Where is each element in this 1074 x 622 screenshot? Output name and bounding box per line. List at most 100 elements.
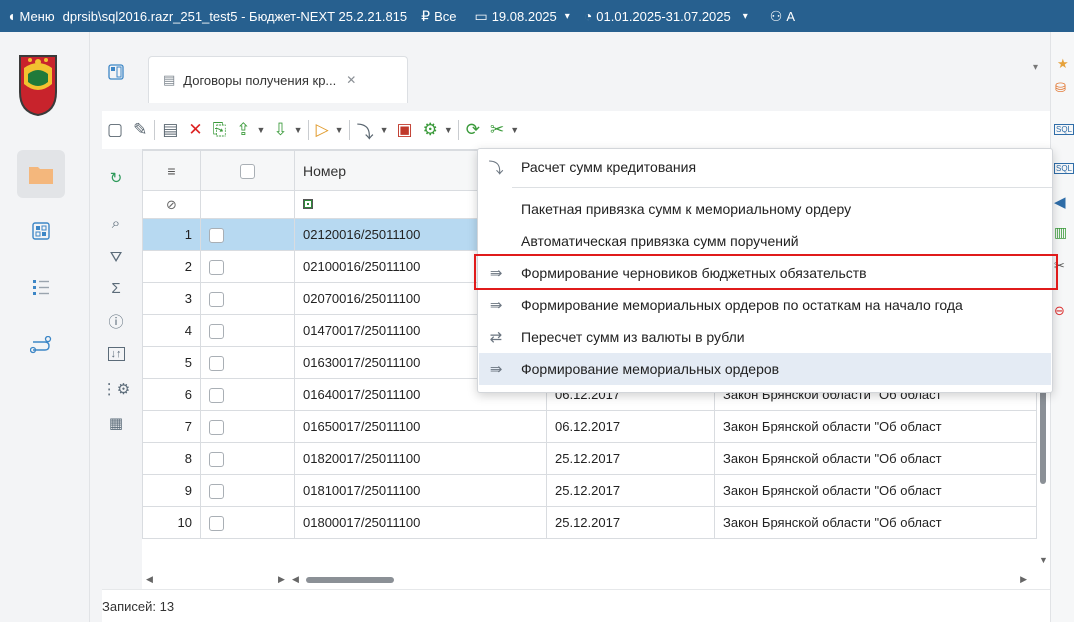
edit-button[interactable]: ✎ [128,116,152,144]
view-button[interactable]: ▤ [157,116,183,144]
settings-button[interactable]: ⚙ [418,116,443,144]
scope-selector[interactable]: ₽ Все [421,0,456,32]
process-button[interactable]: ▷ [311,116,334,144]
cell-date[interactable]: 25.12.2017 [546,474,715,507]
cell-date[interactable]: 25.12.2017 [546,506,715,539]
report-button[interactable]: ▣ [392,116,418,144]
nav-dashboard[interactable] [17,207,65,255]
scroll-left-icon[interactable]: ◀ [292,574,299,585]
chevron-down-icon[interactable]: ▼ [379,125,392,135]
sum-button[interactable]: Σ [105,277,127,299]
scroll-right-icon[interactable]: ▶ [278,574,285,585]
select-all-checkbox[interactable] [240,163,255,179]
chevron-down-icon[interactable]: ▼ [443,125,456,135]
period-selector[interactable]: ◔ 01.01.2025-31.07.2025 ▾ [584,0,748,32]
row-select-cell[interactable] [200,282,295,315]
menu-item[interactable]: ⇛ Формирование черновиков бюджетных обяза… [479,257,1051,289]
info-button[interactable]: ⓘ [105,310,127,332]
grid-menu-header[interactable]: ≡ [142,150,201,191]
chevron-down-icon[interactable]: ▼ [334,125,347,135]
copy-button[interactable]: ⎘ [208,116,232,144]
row-checkbox[interactable] [209,387,224,403]
nav-workflow[interactable] [17,321,65,369]
grid-settings-button[interactable]: ▦ [105,412,127,434]
sql-icon[interactable]: SQL [1054,124,1074,135]
menu-item[interactable]: ⇄ Пересчет сумм из валюты в рубли [479,321,1051,353]
row-checkbox[interactable] [209,483,224,499]
row-select-cell[interactable] [200,218,295,251]
row-select-cell[interactable] [200,474,295,507]
row-select-cell[interactable] [200,506,295,539]
chevron-down-icon[interactable]: ▼ [293,125,306,135]
tools-button[interactable]: ✂ [485,116,509,144]
table-row[interactable]: 10 01800017/25011100 25.12.2017 Закон Брянс… [142,506,1037,539]
scroll-right-icon[interactable]: ▶ [1020,574,1027,585]
cell-description[interactable]: Закон Брянской области "Об област [714,474,1037,507]
cell-date[interactable]: 06.12.2017 [546,410,715,443]
nav-folder[interactable] [17,150,65,198]
row-select-cell[interactable] [200,378,295,411]
row-select-cell[interactable] [200,346,295,379]
filter-cell[interactable] [200,190,295,219]
cell-number[interactable]: 01810017/25011100 [294,474,547,507]
menu-item[interactable]: ⇛ Формирование мемориальных ордеров по ос… [479,289,1051,321]
cell-description[interactable]: Закон Брянской области "Об област [714,410,1037,443]
remove-icon[interactable]: ⊖ [1054,303,1065,319]
table-row[interactable]: 9 01810017/25011100 25.12.2017 Закон Брянск… [142,474,1037,507]
row-select-cell[interactable] [200,410,295,443]
filter-button[interactable]: ⛛ [105,246,127,268]
menu-item[interactable]: Автоматическая привязка сумм поручений [479,225,1051,257]
report-icon[interactable]: ▥ [1054,224,1067,241]
row-checkbox[interactable] [209,259,224,275]
sql-icon[interactable]: SQL [1054,163,1074,174]
cell-date[interactable]: 25.12.2017 [546,442,715,475]
row-checkbox[interactable] [209,515,224,531]
cell-number[interactable]: 01650017/25011100 [294,410,547,443]
tab-contracts[interactable]: ▤ Договоры получения кр... ✕ [148,56,408,103]
sync-button[interactable]: ⟳ [461,116,485,144]
badge-icon[interactable]: ★ [1057,56,1069,72]
menu-button[interactable]: ◖ Меню [0,0,55,32]
row-checkbox[interactable] [209,451,224,467]
scissors-icon[interactable]: ✂ [1054,258,1065,274]
filter-mode-icon[interactable] [303,199,313,209]
menu-item[interactable]: ⇛ Формирование мемориальных ордеров [479,353,1051,385]
database-icon[interactable]: ⛁ [1055,80,1066,96]
row-checkbox[interactable] [209,227,224,243]
cell-description[interactable]: Закон Брянской области "Об област [714,442,1037,475]
user-button[interactable]: ⚇ А [770,0,795,32]
scroll-left-icon[interactable]: ◀ [146,574,153,585]
row-checkbox[interactable] [209,323,224,339]
tab-list-dropdown[interactable]: ▾ [1033,62,1038,73]
search-button[interactable]: ⌕ [105,212,127,234]
chevron-down-icon[interactable]: ▼ [255,125,268,135]
row-select-cell[interactable] [200,250,295,283]
scroll-down-icon[interactable]: ▼ [1039,555,1048,565]
table-row[interactable]: 7 01650017/25011100 06.12.2017 Закон Брянск… [142,410,1037,443]
import-button[interactable]: ⇪ [231,116,255,144]
date-selector[interactable]: ▭ 19.08.2025 ▾ [474,0,569,32]
filter-clear-icon[interactable]: ⊘ [166,197,177,212]
refresh-button[interactable]: ↻ [105,167,127,189]
menu-item[interactable]: Пакетная привязка сумм к мемориальному о… [479,193,1051,225]
operations-button[interactable]: ⤵ [352,116,379,144]
row-checkbox[interactable] [209,419,224,435]
new-button[interactable]: ▢ [102,116,128,144]
column-settings-button[interactable]: ⋮⚙ [102,378,130,400]
row-checkbox[interactable] [209,291,224,307]
megaphone-icon[interactable]: ◀ [1054,193,1066,211]
export-button[interactable]: ⇩ [268,116,292,144]
menu-item[interactable]: ⤵ Расчет сумм кредитования [479,151,1051,183]
sort-button[interactable]: ↓↑ [105,343,127,365]
table-row[interactable]: 8 01820017/25011100 25.12.2017 Закон Брянск… [142,442,1037,475]
horizontal-scroll-thumb[interactable] [306,577,394,583]
delete-button[interactable]: ✕ [183,116,207,144]
filter-clear-cell[interactable]: ⊘ [142,190,201,219]
close-icon[interactable]: ✕ [346,73,356,87]
row-select-cell[interactable] [200,442,295,475]
row-select-cell[interactable] [200,314,295,347]
cell-number[interactable]: 01800017/25011100 [294,506,547,539]
layout-toggle-button[interactable] [105,61,127,83]
horizontal-scrollbar[interactable]: ◀ ▶ ◀ ▶ [142,572,1037,588]
chevron-down-icon[interactable]: ▼ [509,125,522,135]
